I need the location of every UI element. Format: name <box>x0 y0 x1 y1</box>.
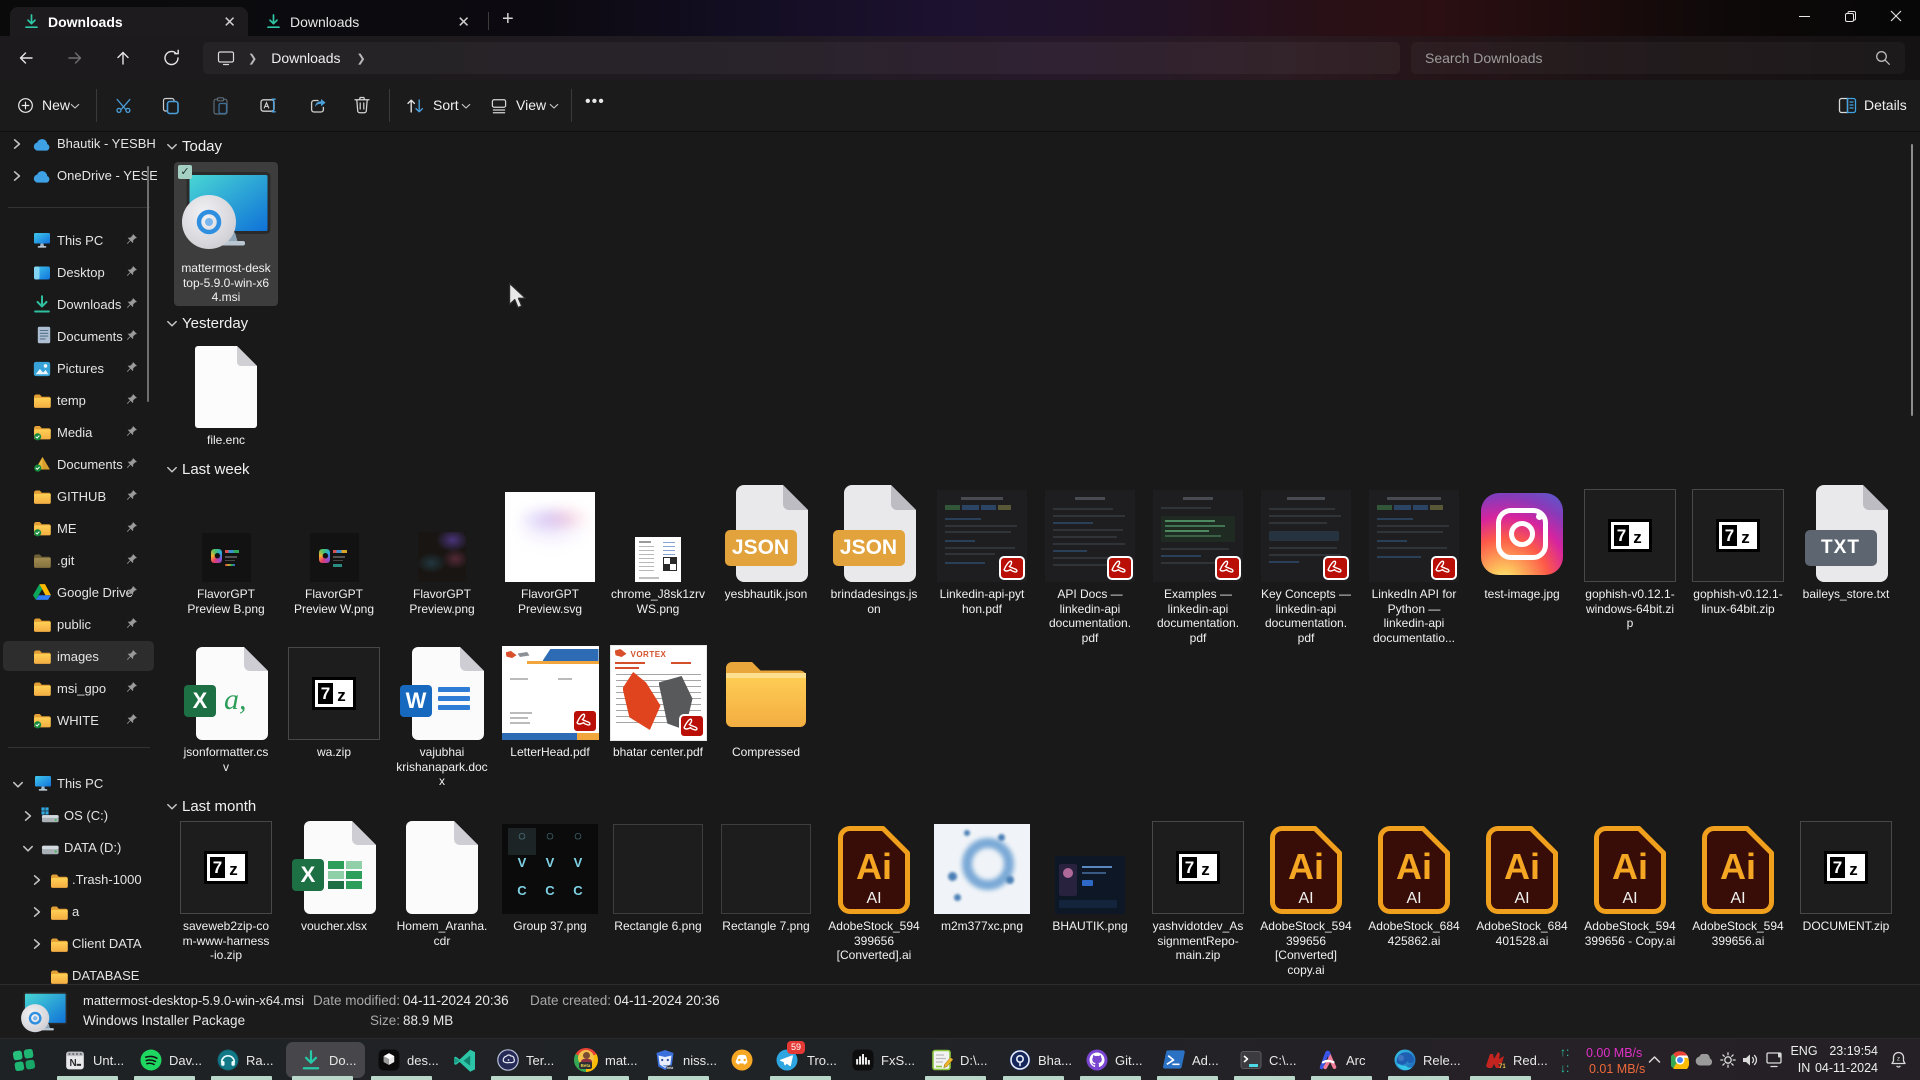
svg-text:AI: AI <box>1622 890 1637 907</box>
svg-text:Ai: Ai <box>1612 846 1648 887</box>
svg-text:AI: AI <box>1514 890 1529 907</box>
svg-text:Ai: Ai <box>1396 846 1432 887</box>
svg-text:AI: AI <box>1730 890 1745 907</box>
svg-text:beta: beta <box>667 1066 674 1070</box>
svg-text:Ai: Ai <box>1288 846 1324 887</box>
svg-text:Ai: Ai <box>856 846 892 887</box>
svg-text:AI: AI <box>866 890 881 907</box>
svg-text:AI: AI <box>1298 890 1313 907</box>
svg-text:71: 71 <box>1499 1064 1506 1070</box>
svg-text:N: N <box>70 1058 77 1069</box>
svg-text:AI: AI <box>1406 890 1421 907</box>
svg-text:z: z <box>1897 1056 1900 1063</box>
svg-text:Ai: Ai <box>1720 846 1756 887</box>
svg-text:Ai: Ai <box>1504 846 1540 887</box>
